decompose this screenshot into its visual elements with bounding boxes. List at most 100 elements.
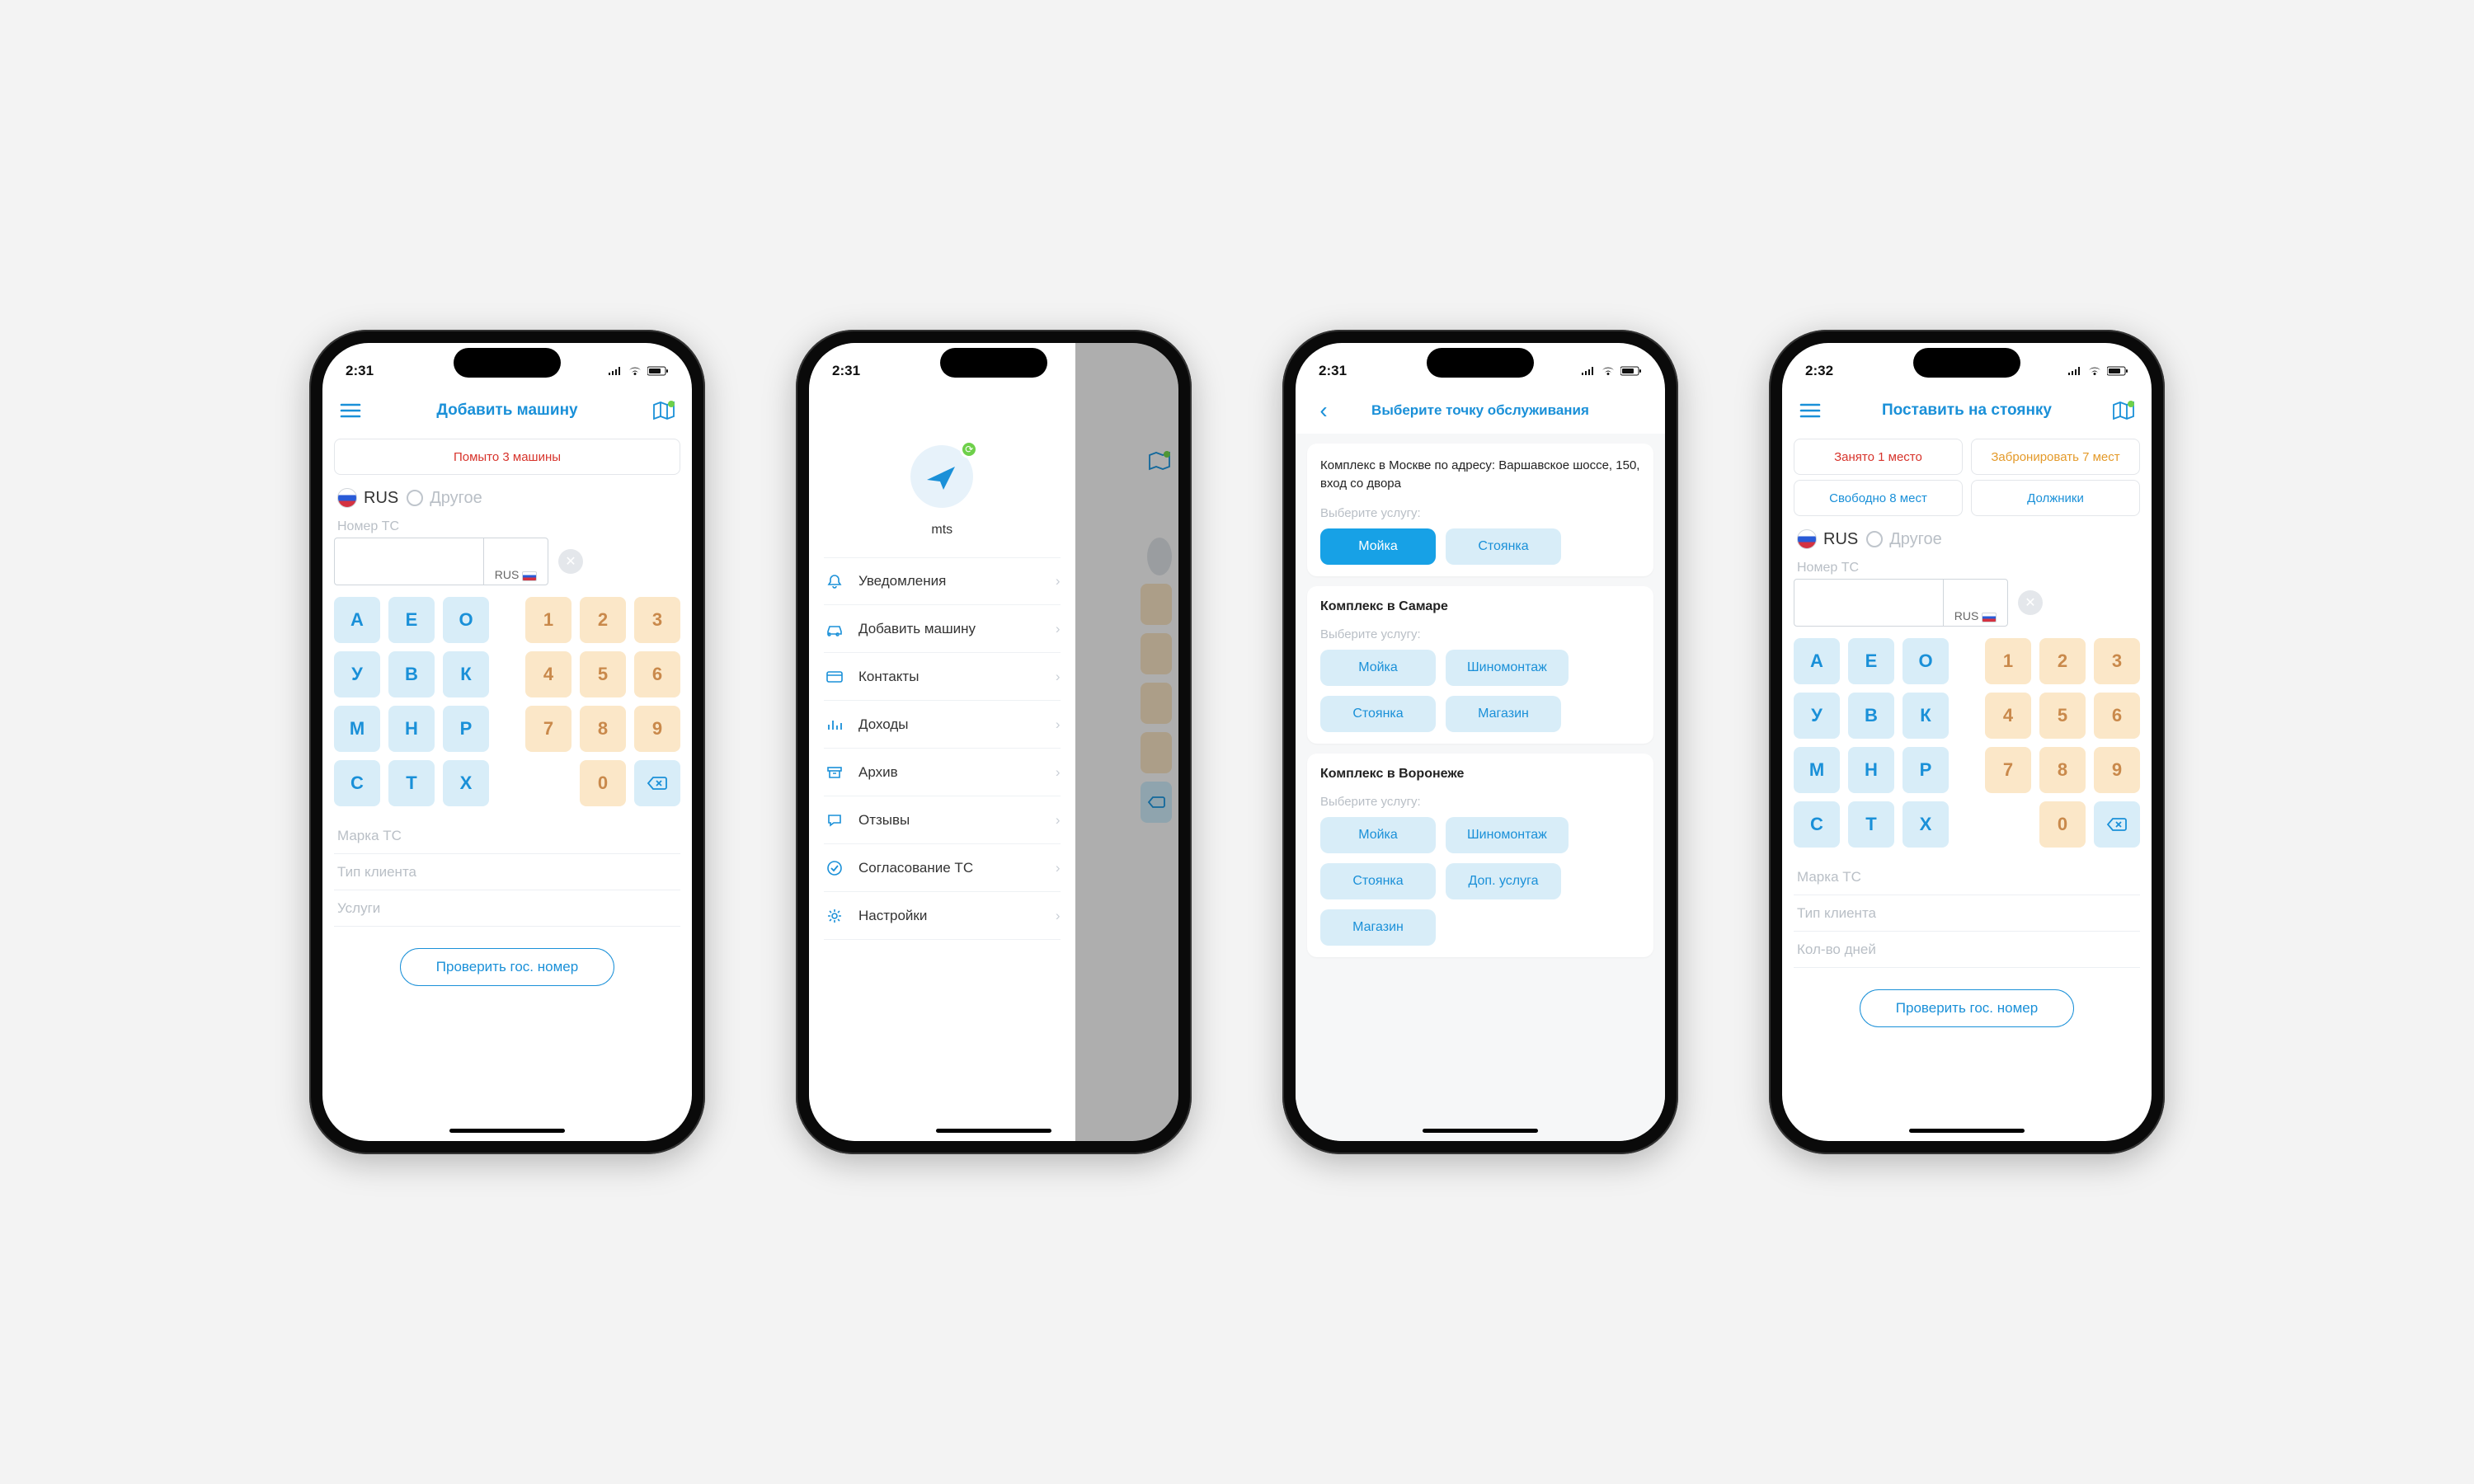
plate-input[interactable]: RUS (334, 538, 548, 585)
key-7[interactable]: 7 (1985, 747, 2031, 793)
service-pill[interactable]: Доп. услуга (1446, 863, 1561, 899)
key-4[interactable]: 4 (1985, 693, 2031, 739)
key-1[interactable]: 1 (1985, 638, 2031, 684)
service-pill[interactable]: Магазин (1320, 909, 1436, 946)
service-pill[interactable]: Шиномонтаж (1446, 817, 1569, 853)
map-button[interactable] (651, 397, 677, 424)
key-К[interactable]: К (1903, 693, 1949, 739)
field-days[interactable]: Кол-во дней (1794, 932, 2140, 968)
key-9[interactable]: 9 (2094, 747, 2140, 793)
check-plate-button[interactable]: Проверить гос. номер (400, 948, 614, 986)
menu-bell[interactable]: Уведомления› (824, 557, 1061, 605)
field-client[interactable]: Тип клиента (1794, 895, 2140, 932)
chip-debt[interactable]: Должники (1971, 480, 2140, 516)
service-pill[interactable]: Стоянка (1446, 528, 1561, 565)
key-0[interactable]: 0 (2039, 801, 2086, 848)
menu-check[interactable]: Согласование ТС› (824, 844, 1061, 892)
key-4[interactable]: 4 (525, 651, 571, 697)
menu-chart[interactable]: Доходы› (824, 701, 1061, 749)
avatar[interactable]: ⟳ (910, 445, 973, 508)
key-Х[interactable]: Х (1903, 801, 1949, 848)
key-К[interactable]: К (443, 651, 489, 697)
chip-book[interactable]: Забронировать 7 мест (1971, 439, 2140, 475)
key-9[interactable]: 9 (634, 706, 680, 752)
key-2[interactable]: 2 (580, 597, 626, 643)
service-pill[interactable]: Мойка (1320, 817, 1436, 853)
key-8[interactable]: 8 (580, 706, 626, 752)
key-Е[interactable]: Е (1848, 638, 1894, 684)
plate-input[interactable]: RUS (1794, 579, 2008, 627)
key-Т[interactable]: Т (1848, 801, 1894, 848)
key-У[interactable]: У (334, 651, 380, 697)
key-3[interactable]: 3 (634, 597, 680, 643)
menu-car[interactable]: Добавить машину› (824, 605, 1061, 653)
clear-button[interactable]: ✕ (558, 549, 583, 574)
field-brand[interactable]: Марка ТС (334, 818, 680, 854)
key-Е[interactable]: Е (388, 597, 435, 643)
service-pill[interactable]: Магазин (1446, 696, 1561, 732)
field-client[interactable]: Тип клиента (334, 854, 680, 890)
key-1[interactable]: 1 (525, 597, 571, 643)
key-0[interactable]: 0 (580, 760, 626, 806)
key-М[interactable]: М (334, 706, 380, 752)
field-brand[interactable]: Марка ТС (1794, 859, 2140, 895)
key-3[interactable]: 3 (2094, 638, 2140, 684)
key-С[interactable]: С (1794, 801, 1840, 848)
content: Комплекс в Москве по адресу: Варшавское … (1296, 434, 1665, 1141)
menu-card[interactable]: Контакты› (824, 653, 1061, 701)
key-А[interactable]: А (334, 597, 380, 643)
drawer-overlay[interactable] (1075, 343, 1178, 1141)
key-О[interactable]: О (443, 597, 489, 643)
key-7[interactable]: 7 (525, 706, 571, 752)
menu-button[interactable] (337, 397, 364, 424)
key-5[interactable]: 5 (580, 651, 626, 697)
key-Т[interactable]: Т (388, 760, 435, 806)
country-rus[interactable]: RUS (337, 488, 398, 508)
key-Н[interactable]: Н (1848, 747, 1894, 793)
country-other[interactable]: Другое (1866, 530, 1942, 549)
menu-button[interactable] (1797, 397, 1823, 424)
check-plate-button[interactable]: Проверить гос. номер (1860, 989, 2074, 1027)
service-pill[interactable]: Стоянка (1320, 696, 1436, 732)
field-services[interactable]: Услуги (334, 890, 680, 927)
key-А[interactable]: А (1794, 638, 1840, 684)
back-button[interactable]: ‹ (1310, 397, 1337, 424)
country-other[interactable]: Другое (407, 489, 482, 508)
key-8[interactable]: 8 (2039, 747, 2086, 793)
clear-button[interactable]: ✕ (2018, 590, 2043, 615)
key-Х[interactable]: Х (443, 760, 489, 806)
key-6[interactable]: 6 (2094, 693, 2140, 739)
chip-busy[interactable]: Занято 1 место (1794, 439, 1963, 475)
key-С[interactable]: С (334, 760, 380, 806)
backspace-key[interactable] (2094, 801, 2140, 848)
key-5[interactable]: 5 (2039, 693, 2086, 739)
key-6[interactable]: 6 (634, 651, 680, 697)
menu-label: Настройки (858, 908, 927, 924)
service-pill[interactable]: Стоянка (1320, 863, 1436, 899)
service-pill[interactable]: Мойка (1320, 650, 1436, 686)
menu-gear[interactable]: Настройки› (824, 892, 1061, 940)
chip-free[interactable]: Свободно 8 мест (1794, 480, 1963, 516)
map-button[interactable] (2110, 397, 2137, 424)
service-pill[interactable]: Шиномонтаж (1446, 650, 1569, 686)
menu-archive[interactable]: Архив› (824, 749, 1061, 796)
wifi-icon (1601, 366, 1616, 376)
key-2[interactable]: 2 (2039, 638, 2086, 684)
backspace-key[interactable] (634, 760, 680, 806)
chart-icon (824, 717, 845, 732)
service-pill[interactable]: Мойка (1320, 528, 1436, 565)
key-Р[interactable]: Р (443, 706, 489, 752)
flag-ru-icon (337, 488, 357, 508)
drawer-menu: Уведомления›Добавить машину›Контакты›Дох… (809, 557, 1075, 940)
key-Н[interactable]: Н (388, 706, 435, 752)
key-О[interactable]: О (1903, 638, 1949, 684)
menu-chat[interactable]: Отзывы› (824, 796, 1061, 844)
country-rus[interactable]: RUS (1797, 529, 1858, 549)
key-Р[interactable]: Р (1903, 747, 1949, 793)
key-У[interactable]: У (1794, 693, 1840, 739)
washed-banner[interactable]: Помыто 3 машины (334, 439, 680, 475)
key-М[interactable]: М (1794, 747, 1840, 793)
key-В[interactable]: В (388, 651, 435, 697)
key-В[interactable]: В (1848, 693, 1894, 739)
side-drawer: 2:31 ⟳ mts Уведомления›Добавить машину›К… (809, 343, 1075, 1141)
